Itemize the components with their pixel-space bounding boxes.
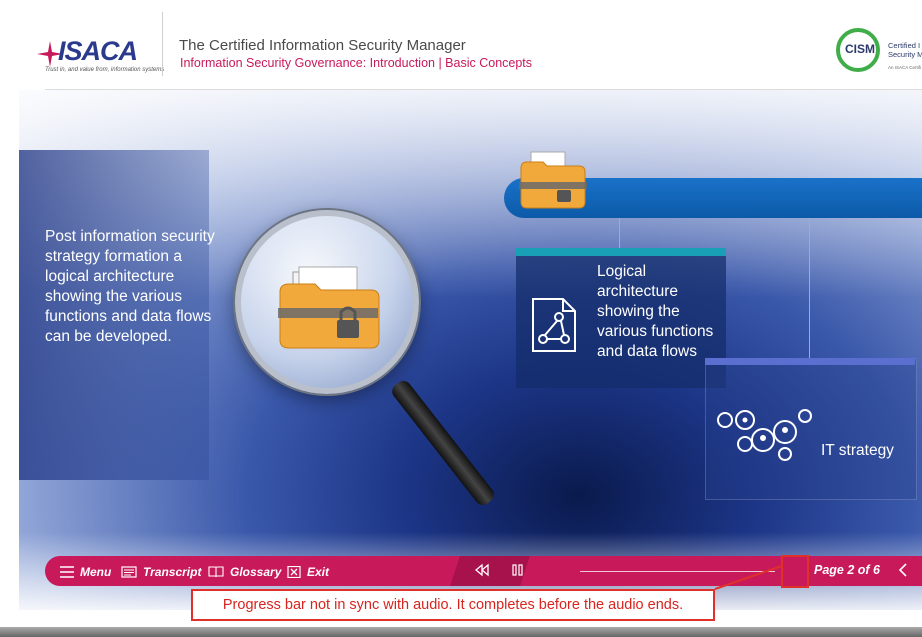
architecture-card-text: Logical architecture showing the various…: [597, 263, 714, 360]
menu-button[interactable]: Menu: [60, 564, 111, 580]
cism-side-line1: Certified I: [888, 41, 921, 50]
book-icon: [208, 566, 224, 578]
header-divider: [162, 12, 163, 76]
cism-badge-text: CISM: [845, 42, 875, 56]
annotation-highlight-box: [781, 555, 809, 588]
cism-small-text: An ISACA Certifi: [888, 65, 922, 70]
gears-icon: [717, 409, 812, 461]
glossary-button[interactable]: Glossary: [208, 564, 281, 580]
course-title: The Certified Information Security Manag…: [179, 37, 466, 54]
close-box-icon: [287, 566, 301, 578]
transcript-button[interactable]: Transcript: [121, 564, 201, 580]
exit-button[interactable]: Exit: [287, 564, 329, 580]
cism-side-text: Certified I Security M: [888, 41, 922, 59]
annotation-note: Progress bar not in sync with audio. It …: [191, 589, 715, 621]
slide-stage: Post information security strategy forma…: [19, 90, 922, 610]
page-indicator: Page 2 of 6: [814, 563, 880, 577]
isaca-wordmark: ISACA: [58, 36, 138, 66]
small-folder-icon: [519, 151, 587, 209]
locked-folder-icon: [278, 266, 380, 349]
hamburger-icon: [60, 566, 74, 578]
intro-text: Post information security strategy forma…: [45, 228, 215, 345]
progress-bar[interactable]: [580, 571, 775, 572]
pause-icon[interactable]: [511, 563, 525, 577]
exit-label: Exit: [307, 565, 330, 579]
cism-side-line2: Security M: [888, 50, 922, 59]
rewind-icon[interactable]: [475, 563, 489, 577]
document-flow-icon: [532, 298, 576, 352]
isaca-logo: ISACA Trust in, and value from, informat…: [36, 36, 164, 76]
glossary-label: Glossary: [230, 565, 282, 579]
chevron-left-icon[interactable]: [896, 560, 910, 580]
menu-label: Menu: [80, 565, 112, 579]
cism-logo: CISM Certified I Security M An ISACA Cer…: [836, 28, 922, 78]
it-strategy-card-text: IT strategy: [821, 442, 894, 459]
transcript-label: Transcript: [143, 565, 202, 579]
it-strategy-card-accent: [705, 358, 915, 365]
connector-line: [619, 218, 620, 248]
architecture-card-accent: [516, 248, 726, 256]
isaca-tagline: Trust in, and value from, information sy…: [45, 67, 165, 73]
transcript-icon: [121, 566, 137, 578]
course-subtitle: Information Security Governance: Introdu…: [180, 56, 533, 70]
cropped-document-strip: [0, 627, 922, 637]
connector-line: [809, 218, 810, 358]
